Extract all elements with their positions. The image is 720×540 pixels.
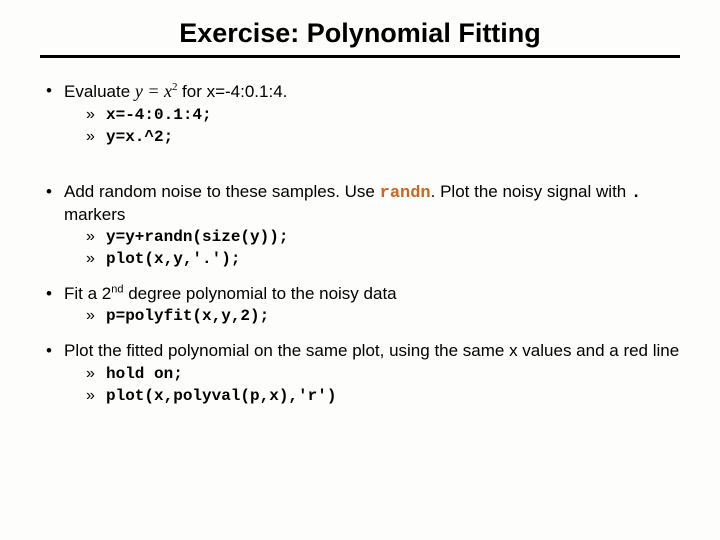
text: markers bbox=[64, 205, 125, 224]
code-line: plot(x,y,'.'); bbox=[86, 249, 680, 269]
code: plot(x,y,'.'); bbox=[106, 250, 240, 268]
formula-exp: 2 bbox=[172, 81, 178, 93]
code: y=x.^2; bbox=[106, 128, 173, 146]
bullet-polyfit: Fit a 2nd degree polynomial to the noisy… bbox=[40, 283, 680, 326]
bullet-evaluate: Evaluate y = x2 for x=-4:0.1:4. x=-4:0.1… bbox=[40, 80, 680, 177]
text: Fit a 2 bbox=[64, 284, 111, 303]
code: hold on; bbox=[106, 365, 183, 383]
code-line: p=polyfit(x,y,2); bbox=[86, 306, 680, 326]
text: for x=-4:0.1:4. bbox=[182, 82, 287, 101]
code-list: x=-4:0.1:4; y=x.^2; bbox=[64, 105, 680, 147]
code-list: y=y+randn(size(y)); plot(x,y,'.'); bbox=[64, 227, 680, 269]
bullet-plot-fit: Plot the fitted polynomial on the same p… bbox=[40, 340, 680, 405]
superscript-nd: nd bbox=[111, 283, 123, 295]
code: p=polyfit(x,y,2); bbox=[106, 307, 269, 325]
code-line: x=-4:0.1:4; bbox=[86, 105, 680, 125]
bullet-noise: Add random noise to these samples. Use r… bbox=[40, 181, 680, 270]
code: x=-4:0.1:4; bbox=[106, 106, 212, 124]
text: . Plot the noisy signal with bbox=[431, 182, 631, 201]
code-line: y=y+randn(size(y)); bbox=[86, 227, 680, 247]
code: plot(x,polyval(p,x),'r') bbox=[106, 387, 336, 405]
formula: y = x2 bbox=[135, 81, 182, 101]
text: Evaluate bbox=[64, 82, 135, 101]
text: degree polynomial to the noisy data bbox=[124, 284, 397, 303]
text: Plot the fitted polynomial on the same p… bbox=[64, 341, 679, 360]
code-list: hold on; plot(x,polyval(p,x),'r') bbox=[64, 364, 680, 406]
formula-base: y = x bbox=[135, 81, 172, 101]
code-line: hold on; bbox=[86, 364, 680, 384]
code-line: y=x.^2; bbox=[86, 127, 680, 147]
code-list: p=polyfit(x,y,2); bbox=[64, 306, 680, 326]
spacer bbox=[64, 161, 680, 177]
dot-marker: . bbox=[631, 184, 641, 203]
bullet-list: Evaluate y = x2 for x=-4:0.1:4. x=-4:0.1… bbox=[40, 80, 680, 406]
title-rule bbox=[40, 55, 680, 58]
code-line: plot(x,polyval(p,x),'r') bbox=[86, 386, 680, 406]
slide: Exercise: Polynomial Fitting Evaluate y … bbox=[0, 0, 720, 440]
slide-title: Exercise: Polynomial Fitting bbox=[40, 18, 680, 49]
code: y=y+randn(size(y)); bbox=[106, 228, 288, 246]
text: Add random noise to these samples. Use bbox=[64, 182, 380, 201]
keyword-randn: randn bbox=[380, 184, 431, 203]
